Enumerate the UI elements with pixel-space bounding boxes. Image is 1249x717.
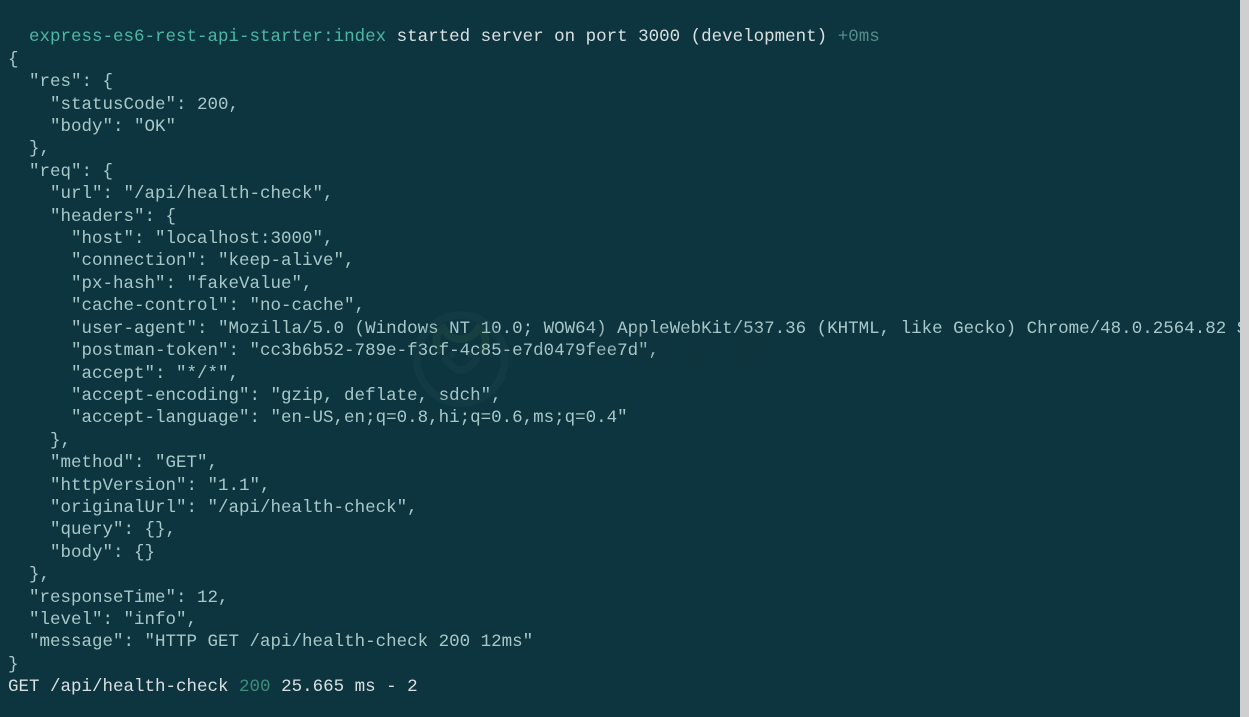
json-brace-close: } [8,655,19,675]
json-headers-close: }, [50,431,71,451]
terminal-text: express-es6-rest-api-starter:index start… [8,26,1241,698]
json-accept: "accept": "*/*", [71,364,239,384]
access-log-status: 200 [239,677,271,697]
startup-message: started server on port 3000 (development… [397,27,828,47]
json-px-hash: "px-hash": "fakeValue", [71,274,313,294]
json-headers-key: "headers": { [50,207,176,227]
json-user-agent: "user-agent": "Mozilla/5.0 (Windows NT 1… [71,319,1249,339]
json-level: "level": "info", [29,610,197,630]
json-req-close: }, [29,565,50,585]
json-message: "message": "HTTP GET /api/health-check 2… [29,632,533,652]
json-method: "method": "GET", [50,453,218,473]
json-original-url: "originalUrl": "/api/health-check", [50,498,418,518]
vertical-scrollbar[interactable] [1240,0,1249,717]
json-cache-control: "cache-control": "no-cache", [71,296,365,316]
access-log-prefix: GET /api/health-check [8,677,239,697]
json-accept-encoding: "accept-encoding": "gzip, deflate, sdch"… [71,386,502,406]
json-http-version: "httpVersion": "1.1", [50,476,271,496]
json-accept-language: "accept-language": "en-US,en;q=0.8,hi;q=… [71,408,628,428]
json-status-code: "statusCode": 200, [50,95,239,115]
json-response-time: "responseTime": 12, [29,588,229,608]
debug-timing: +0ms [838,27,880,47]
json-connection: "connection": "keep-alive", [71,251,355,271]
json-req-key: "req": { [29,162,113,182]
json-brace-open: { [8,50,19,70]
json-res-key: "res": { [29,72,113,92]
json-req-body: "body": {} [50,543,155,563]
json-host: "host": "localhost:3000", [71,229,334,249]
json-query: "query": {}, [50,520,176,540]
access-log-suffix: 25.665 ms - 2 [271,677,418,697]
terminal-output: express-es6-rest-api-starter:index start… [0,0,1249,717]
json-res-close: }, [29,139,50,159]
debug-namespace: express-es6-rest-api-starter:index [29,27,386,47]
json-body: "body": "OK" [50,117,176,137]
json-postman-token: "postman-token": "cc3b6b52-789e-f3cf-4c8… [71,341,659,361]
json-url: "url": "/api/health-check", [50,184,334,204]
